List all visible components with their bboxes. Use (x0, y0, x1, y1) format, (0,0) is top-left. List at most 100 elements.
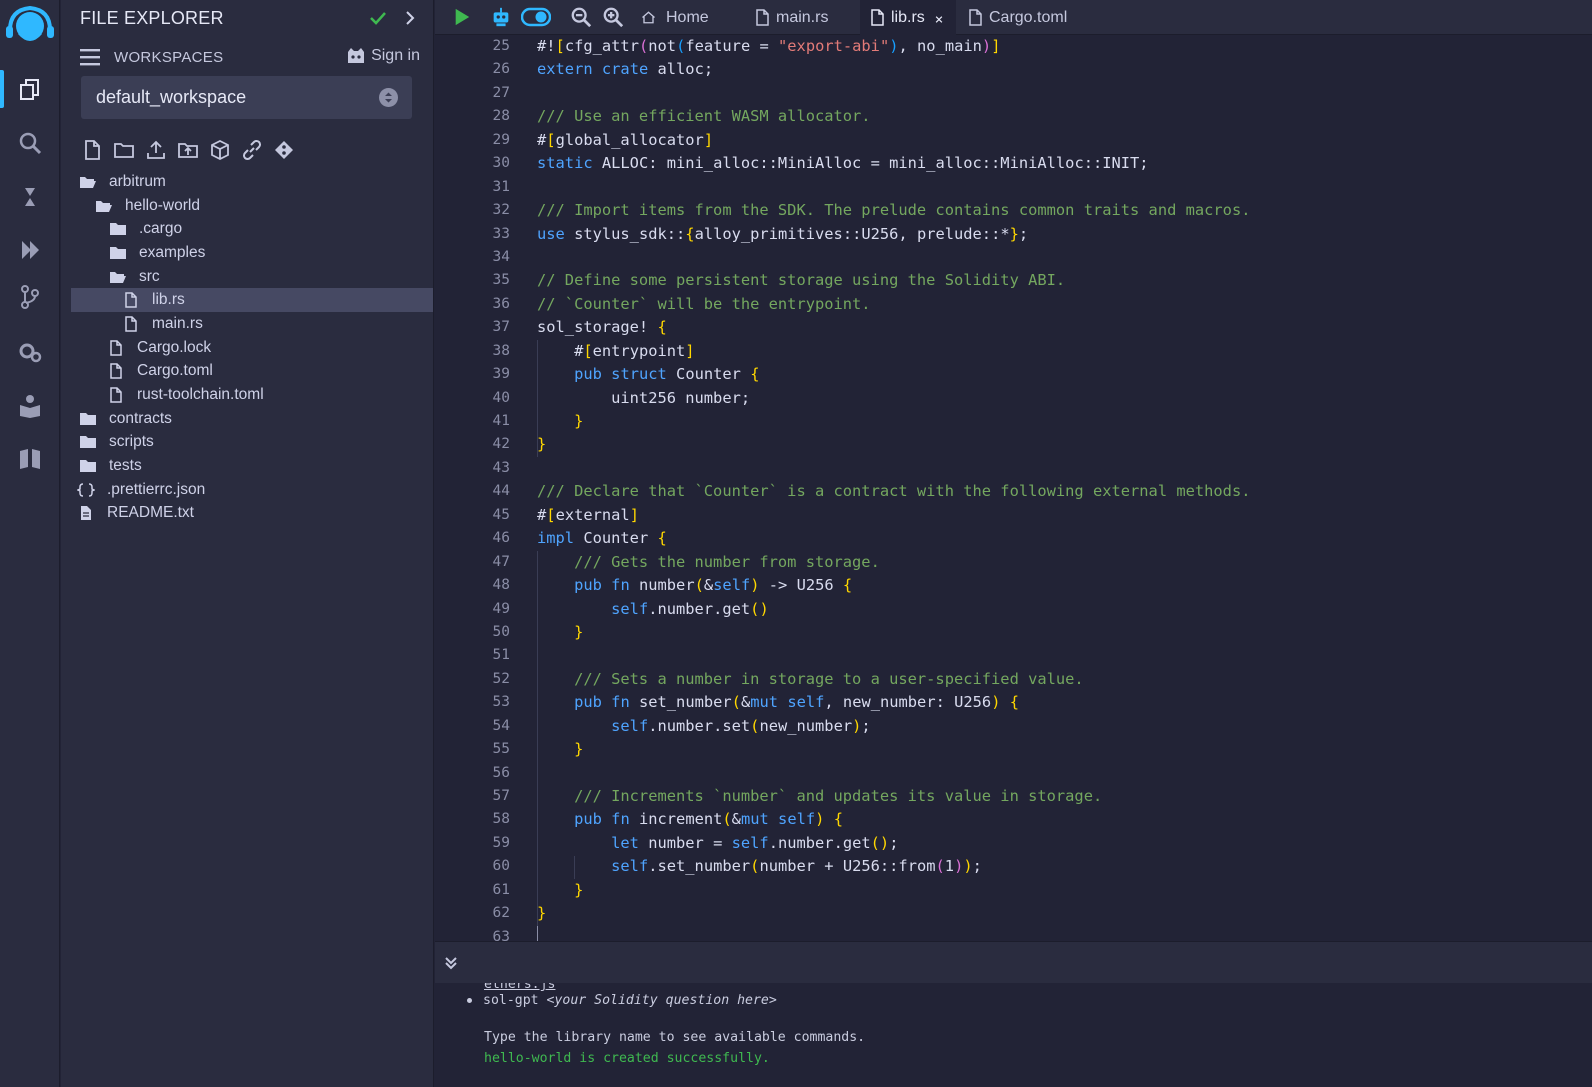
code-line: #[external] (537, 505, 639, 524)
line-number: 59 (492, 834, 510, 851)
folder-icon (109, 221, 139, 237)
tree-item[interactable]: src (71, 265, 433, 289)
tree-item[interactable]: contracts (71, 407, 433, 431)
zoom-out-icon[interactable] (569, 4, 593, 30)
indent-guide (574, 855, 576, 880)
tree-item[interactable]: tests (71, 454, 433, 478)
tab-main-rs[interactable]: main.rs (745, 0, 859, 35)
learneth-icon[interactable] (0, 381, 60, 431)
code-line: // `Counter` will be the entrypoint. (537, 294, 871, 313)
upload-file-icon[interactable] (144, 138, 168, 162)
tree-item[interactable]: examples (71, 241, 433, 265)
tree-item[interactable]: scripts (71, 431, 433, 455)
line-number: 47 (492, 553, 510, 570)
tree-item-label: Cargo.lock (137, 338, 212, 356)
line-number: 42 (492, 436, 510, 453)
tab-home[interactable]: Home (631, 0, 749, 35)
code-line: #[entrypoint] (537, 341, 695, 360)
file-icon (870, 9, 891, 26)
tree-item[interactable]: Cargo.lock (71, 336, 433, 360)
hamburger-menu-icon[interactable] (80, 48, 100, 66)
run-play-icon[interactable] (451, 4, 473, 30)
plugin-manager-icon[interactable] (0, 327, 60, 377)
icon-rail (0, 0, 60, 1087)
file-tree: arbitrum hello-world .cargo examples src lib.… (71, 170, 433, 525)
indent-guide (537, 550, 538, 927)
tree-item[interactable]: main.rs (71, 312, 433, 336)
workspace-box-icon[interactable] (208, 138, 232, 162)
github-icon (346, 47, 371, 65)
file-icon (755, 9, 776, 26)
chevron-right-icon[interactable] (400, 8, 420, 28)
check-icon[interactable] (368, 8, 388, 28)
code-line: pub fn increment(&mut self) { (574, 810, 843, 829)
git-diamond-icon[interactable] (272, 138, 296, 162)
folder-open-icon (95, 198, 125, 214)
code-line: } (574, 740, 584, 759)
search-icon[interactable] (0, 118, 60, 168)
code-area[interactable]: #![cfg_attr(not(feature = "export-abi"),… (537, 35, 1592, 941)
code-line: /// Import items from the SDK. The prelu… (537, 201, 1251, 220)
terminal-output[interactable]: ethers.js sol-gpt <your Solidity questio… (435, 983, 1592, 1087)
tab-lib-rs[interactable]: lib.rs (860, 0, 956, 35)
tree-item-label: contracts (109, 409, 172, 427)
file-icon (122, 292, 152, 309)
code-line: use stylus_sdk::{alloy_primitives::U256,… (537, 224, 1029, 243)
code-line: #[global_allocator] (537, 130, 714, 149)
zoom-in-icon[interactable] (601, 4, 625, 30)
folder-open-icon (79, 174, 109, 190)
file-icon (968, 9, 989, 26)
code-line: } (574, 622, 584, 641)
tree-item[interactable]: arbitrum (71, 170, 433, 194)
tree-item[interactable]: Cargo.toml (71, 360, 433, 384)
tree-item-label: README.txt (107, 504, 194, 522)
line-number: 35 (492, 272, 510, 289)
git-branch-icon[interactable] (0, 272, 60, 322)
file-explorer-panel: FILE EXPLORER WORKSPACES Sign in default… (61, 0, 434, 1087)
deploy-run-icon[interactable] (0, 225, 60, 275)
code-line: uint256 number; (537, 388, 751, 407)
workspace-select[interactable]: default_workspace (81, 76, 412, 119)
code-line: /// Increments `number` and updates its … (537, 787, 1103, 805)
line-number: 31 (492, 178, 510, 195)
tree-item[interactable]: README.txt (71, 502, 433, 526)
tree-item[interactable]: lib.rs (71, 288, 433, 313)
line-number: 33 (492, 225, 510, 242)
line-number: 57 (492, 788, 510, 804)
code-line: /// Declare that `Counter` is a contract… (537, 482, 1251, 501)
close-icon[interactable] (935, 11, 949, 25)
tree-item[interactable]: .prettierrc.json (71, 478, 433, 502)
sign-in-button[interactable]: Sign in (346, 47, 420, 65)
line-number: 62 (492, 905, 510, 922)
code-line: self.number.set(new_number); (611, 716, 871, 735)
new-folder-icon[interactable] (112, 138, 136, 162)
line-number: 26 (492, 61, 510, 78)
tree-item[interactable]: hello-world (71, 194, 433, 218)
code-line: // Define some persistent storage using … (537, 271, 1066, 290)
autocomplete-toggle[interactable] (521, 4, 551, 30)
tree-item[interactable]: rust-toolchain.toml (71, 383, 433, 407)
code-line: /// Use an efficient WASM allocator. (537, 107, 871, 126)
upload-folder-icon[interactable] (176, 138, 200, 162)
new-file-icon[interactable] (80, 138, 104, 162)
docs-book-icon[interactable] (0, 434, 60, 484)
line-number: 56 (492, 764, 510, 781)
line-number: 55 (492, 741, 510, 758)
tab-main-rs-label: main.rs (776, 8, 829, 26)
line-number: 36 (492, 295, 510, 312)
code-line: /// Gets the number from storage. (537, 552, 880, 571)
select-updown-icon (379, 88, 398, 107)
file-toolbar (80, 138, 296, 162)
ai-robot-icon[interactable] (489, 4, 513, 30)
file-explorer-icon[interactable] (0, 64, 60, 114)
tree-item-label: arbitrum (109, 172, 166, 190)
code-line: extern crate alloc; (537, 60, 714, 79)
tree-item[interactable]: .cargo (71, 217, 433, 241)
link-icon[interactable] (240, 138, 264, 162)
solidity-compiler-icon[interactable] (0, 172, 60, 222)
panel-title: FILE EXPLORER (80, 7, 224, 28)
code-editor[interactable]: 25 26 27 28 29 30 31 32 33 34 35 36 37 38 39 40 41 42 43 44… (435, 35, 1592, 941)
tab-cargo-toml[interactable]: Cargo.toml (958, 0, 1088, 35)
remix-logo-icon[interactable] (4, 4, 56, 50)
